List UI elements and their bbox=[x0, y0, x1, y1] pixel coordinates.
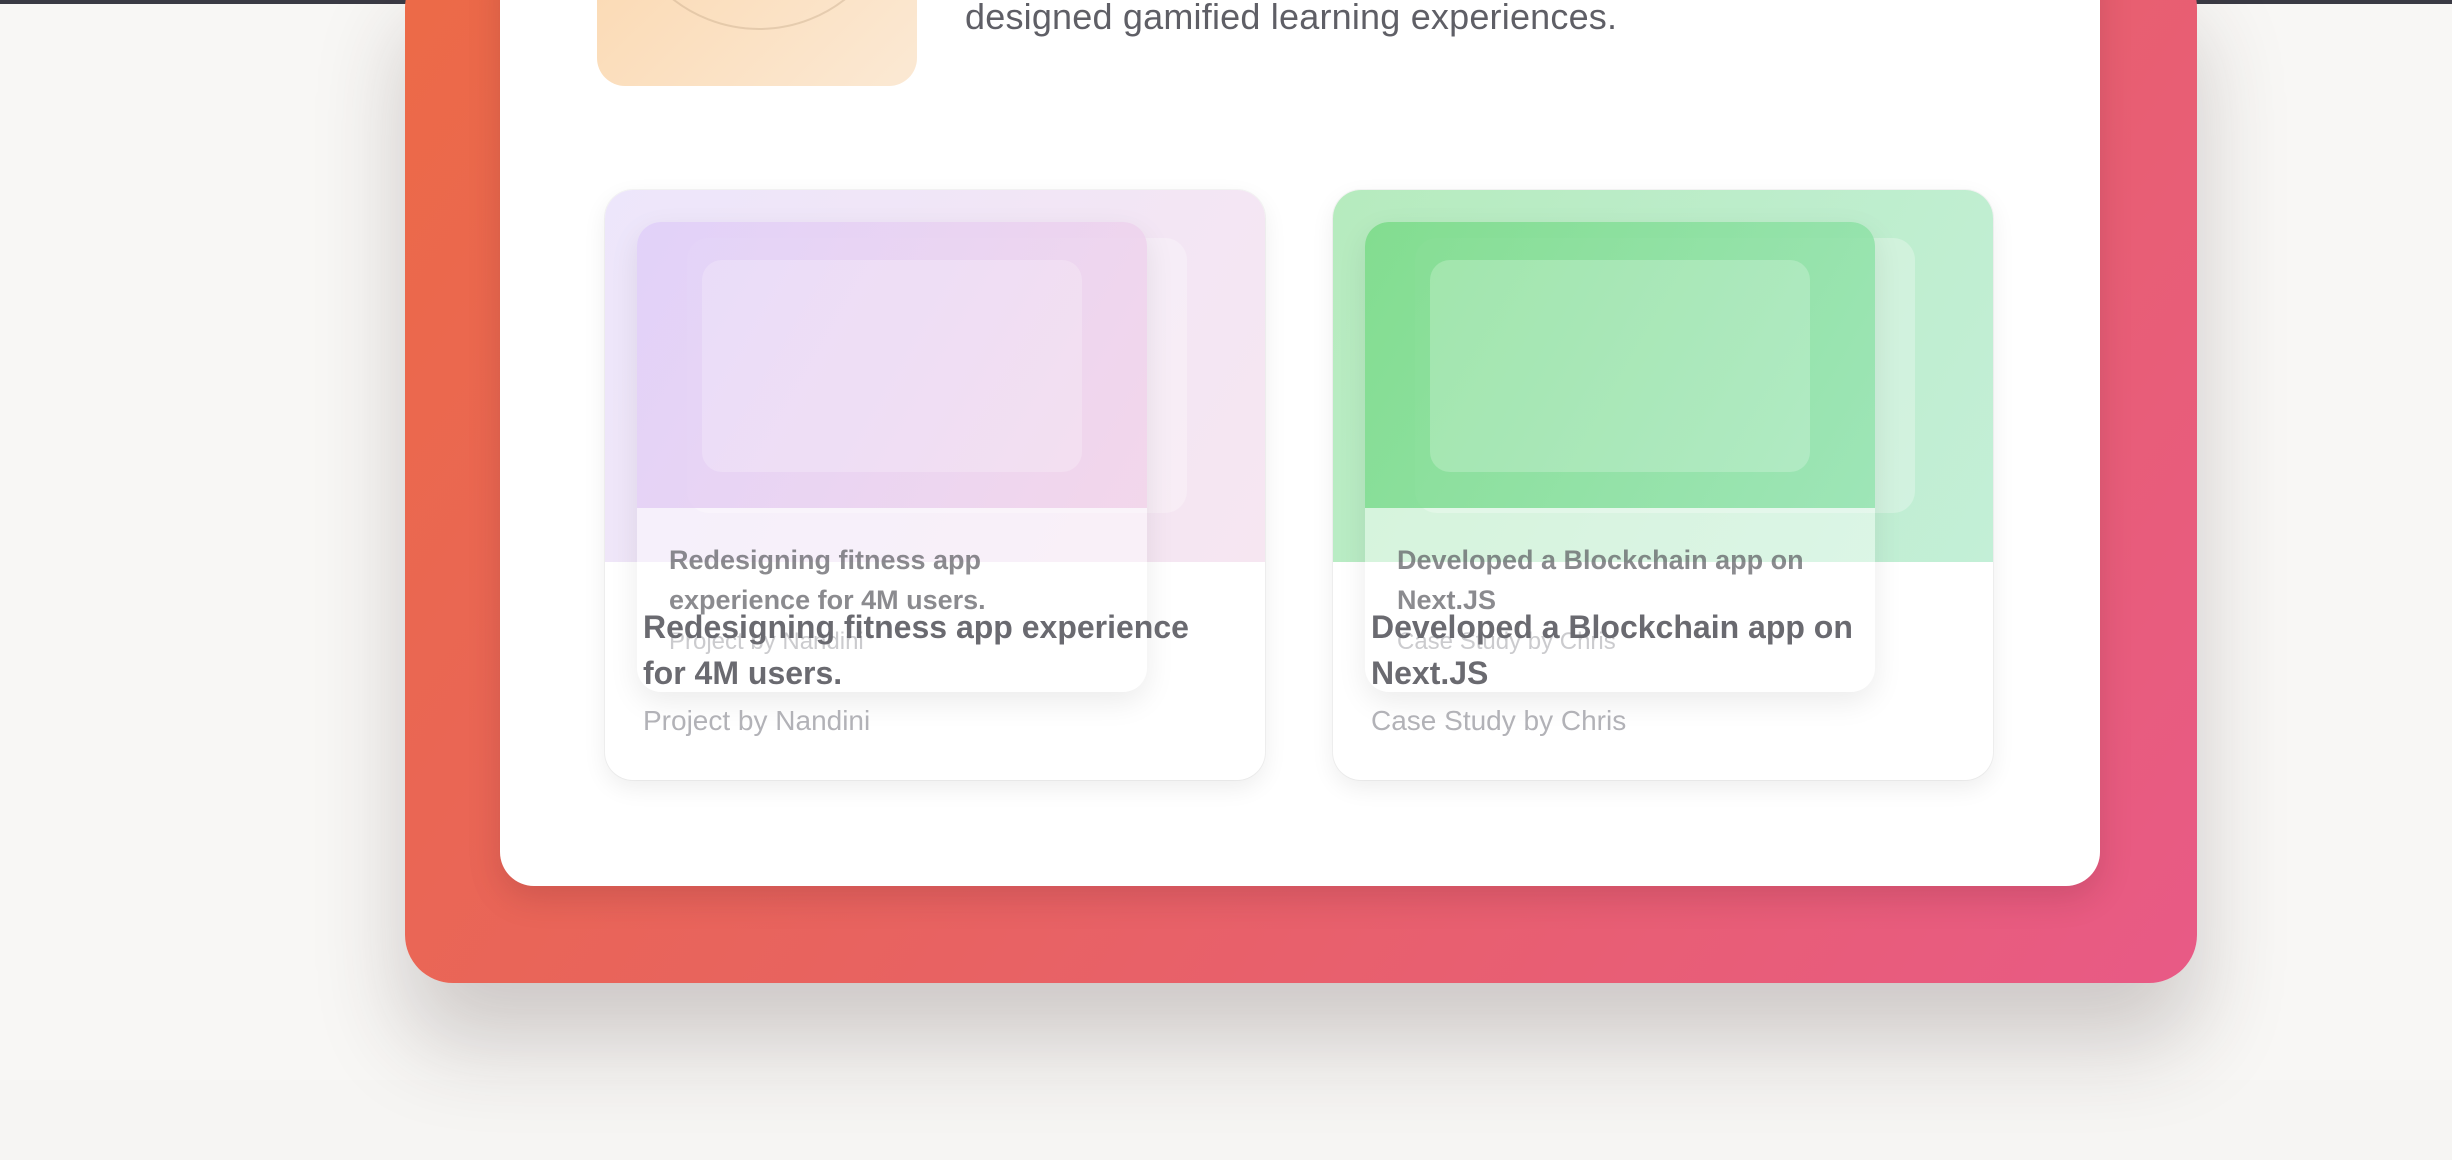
project-card-fitness[interactable]: Redesigning fitness app experience for 4… bbox=[605, 190, 1265, 780]
avatar-ring bbox=[619, 0, 899, 30]
project-card-blockchain[interactable]: Developed a Blockchain app on Next.JS Ca… bbox=[1333, 190, 1993, 780]
preview-screen bbox=[702, 260, 1082, 472]
intro-text: designed gamified learning experiences. bbox=[965, 0, 1618, 37]
card-author: Case Study by Chris bbox=[1371, 705, 1627, 736]
card-title[interactable]: Developed a Blockchain app on Next.JS bbox=[1371, 604, 1951, 696]
preview-hero bbox=[637, 222, 1147, 508]
card-title[interactable]: Redesigning fitness app experience for 4… bbox=[643, 604, 1223, 696]
page-footer-band bbox=[0, 1080, 2452, 1160]
content-sheet: designed gamified learning experiences. … bbox=[500, 0, 2100, 886]
card-author: Project by Nandini bbox=[643, 705, 871, 736]
preview-hero bbox=[1365, 222, 1875, 508]
avatar-illustration bbox=[597, 0, 917, 86]
preview-screen bbox=[1430, 260, 1810, 472]
